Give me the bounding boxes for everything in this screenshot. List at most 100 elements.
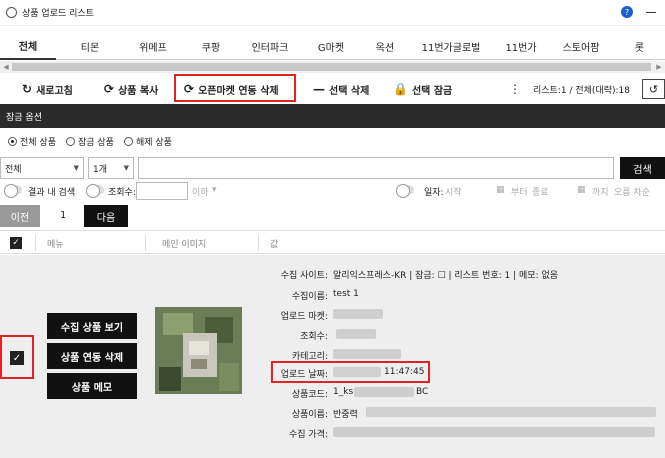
- sync-icon: ⟳: [104, 82, 115, 96]
- tab-coupang[interactable]: 쿠팡: [182, 32, 240, 60]
- lock-filter-radios: 전체 상품 잠금 상품 해제 상품: [8, 133, 172, 149]
- refresh-button[interactable]: ↻ 새로고침: [22, 76, 73, 102]
- radio-locked-products[interactable]: 잠금 상품: [65, 135, 114, 148]
- delete-product-link-button[interactable]: 상품 연동 삭제: [47, 343, 137, 369]
- radio-dot: [123, 136, 133, 146]
- tab-all[interactable]: 전체: [0, 32, 56, 60]
- title-bar: 상품 업로드 리스트 ?: [0, 0, 665, 26]
- scrollbar-thumb[interactable]: [12, 63, 651, 71]
- tab-11st[interactable]: 11번가: [494, 32, 548, 60]
- scroll-right-icon[interactable]: ▶: [653, 61, 665, 73]
- date-start-input[interactable]: 시작: [445, 185, 462, 198]
- tab-storefarm[interactable]: 스토어팜: [548, 32, 614, 60]
- calendar-icon[interactable]: ▦: [577, 185, 586, 195]
- tab-lotte[interactable]: 롯: [614, 32, 665, 60]
- calendar-icon[interactable]: ▦: [496, 185, 505, 195]
- market-tabs: 전체 티몬 위메프 쿠팡 인터파크 G마켓 옥션 11번가글로벌 11번가 스토…: [0, 32, 665, 60]
- field-label-product-code: 상품코드:: [291, 390, 328, 400]
- search-input[interactable]: [138, 157, 614, 179]
- views-toggle[interactable]: [86, 184, 104, 198]
- date-label: 일자:: [424, 188, 444, 198]
- product-main-image: [155, 307, 242, 394]
- field-label-source: 수집 사이트:: [280, 271, 328, 281]
- column-divider: [258, 235, 259, 251]
- result-count-select[interactable]: 1개 ▼: [88, 157, 134, 179]
- app-icon: [6, 7, 17, 18]
- tab-tmon[interactable]: 티몬: [56, 32, 124, 60]
- select-all-checkbox[interactable]: ✓: [10, 237, 22, 249]
- lock-selected-button[interactable]: 🔒 선택 잠금: [393, 76, 452, 102]
- window-title: 상품 업로드 리스트: [22, 9, 94, 19]
- minus-icon: —: [313, 82, 325, 96]
- next-page-button[interactable]: 다음: [84, 205, 128, 227]
- views-suffix: 이하: [192, 188, 209, 198]
- product-memo-button[interactable]: 상품 메모: [47, 373, 137, 399]
- radio-unlocked-products[interactable]: 해제 상품: [123, 135, 172, 148]
- tab-interpark[interactable]: 인터파크: [240, 32, 300, 60]
- field-value-source: 알리익스프레스-KR | 잠금: ☐ | 리스트 번호: 1 | 메모: 없음: [333, 271, 559, 281]
- blurred-value: [366, 407, 656, 417]
- copy-product-button[interactable]: ⟳ 상품 복사: [104, 76, 158, 102]
- list-status: 리스트:1 / 전체(대략):18: [533, 86, 630, 96]
- toolbar: ↻ 새로고침 ⟳ 상품 복사 ⟳ 오픈마켓 연동 삭제 — 선택 삭제 🔒 선택…: [0, 74, 665, 102]
- field-label-upload-market: 업로드 마켓:: [280, 312, 328, 322]
- field-label-product-name: 상품이름:: [291, 410, 328, 420]
- search-scope-select[interactable]: 전체 ▼: [0, 157, 84, 179]
- blurred-value: [336, 329, 376, 339]
- blurred-value: [333, 367, 381, 377]
- view-collected-product-button[interactable]: 수집 상품 보기: [47, 313, 137, 339]
- chevron-down-icon: ▼: [73, 164, 79, 172]
- scroll-left-icon[interactable]: ◀: [0, 61, 12, 73]
- column-divider: [145, 235, 146, 251]
- field-value-upload-time: 11:47:45: [384, 367, 425, 377]
- prev-page-button[interactable]: 이전: [0, 205, 40, 227]
- radio-dot: [65, 136, 75, 146]
- views-label: 조회수:: [108, 188, 136, 198]
- reload-icon: ↺: [648, 82, 659, 96]
- tab-wemakeprice[interactable]: 위메프: [124, 32, 182, 60]
- column-header-main-image: 메인 이미지: [162, 240, 207, 250]
- table-row: ✓ 수집 상품 보기 상품 연동 삭제 상품 메모 수집 사이트: 수집이름: …: [0, 255, 665, 458]
- sort-select[interactable]: 오름 차순: [614, 185, 650, 198]
- lock-options-title: 잠금 옵션: [6, 112, 42, 123]
- field-value-product-code: 1_ks: [333, 387, 354, 397]
- radio-dot: [8, 136, 17, 146]
- refresh-icon: ↻: [22, 82, 33, 96]
- date-end-input[interactable]: 종료: [532, 185, 549, 198]
- blurred-value: [354, 387, 414, 397]
- more-menu-icon[interactable]: ⋮: [509, 82, 521, 96]
- chevron-down-icon[interactable]: ▾: [212, 185, 217, 195]
- search-row: 전체 ▼ 1개 ▼ 검색: [0, 157, 665, 179]
- row-checkbox[interactable]: ✓: [10, 351, 24, 365]
- column-header-value: 값: [270, 240, 279, 250]
- field-value-code-suffix: BC: [416, 387, 429, 397]
- date-from-label: 부터: [511, 188, 528, 198]
- sync-icon: ⟳: [184, 82, 195, 96]
- tabs-scrollbar[interactable]: ◀ ▶: [0, 61, 665, 73]
- column-divider: [35, 235, 36, 251]
- field-label-collected-name: 수집이름:: [291, 292, 328, 302]
- page-number: 1: [60, 210, 67, 221]
- tab-gmarket[interactable]: G마켓: [300, 32, 362, 60]
- date-until-label: 까지: [592, 188, 609, 198]
- tab-auction[interactable]: 옥션: [362, 32, 408, 60]
- lock-icon: 🔒: [393, 82, 408, 96]
- blurred-value: [333, 349, 401, 359]
- lock-options-bar[interactable]: 잠금 옵션: [0, 104, 665, 128]
- field-label-collected-price: 수집 가격:: [288, 430, 328, 440]
- column-header-menu: 메뉴: [47, 240, 64, 250]
- radio-all-products[interactable]: 전체 상품: [8, 135, 56, 148]
- views-input[interactable]: [136, 182, 188, 200]
- openmarket-delete-button[interactable]: ⟳ 오픈마켓 연동 삭제: [184, 76, 279, 102]
- date-toggle[interactable]: [396, 184, 414, 198]
- reload-button[interactable]: ↺: [642, 79, 665, 99]
- field-value-collected-name: test 1: [333, 289, 359, 299]
- in-result-toggle[interactable]: [4, 184, 22, 198]
- help-icon[interactable]: ?: [621, 6, 633, 18]
- delete-selected-button[interactable]: — 선택 삭제: [313, 76, 369, 102]
- in-result-label: 결과 내 검색: [28, 188, 76, 198]
- tab-11st-global[interactable]: 11번가글로벌: [408, 32, 494, 60]
- search-button[interactable]: 검색: [620, 157, 665, 179]
- minimize-button[interactable]: [645, 6, 657, 18]
- blurred-value: [333, 309, 383, 319]
